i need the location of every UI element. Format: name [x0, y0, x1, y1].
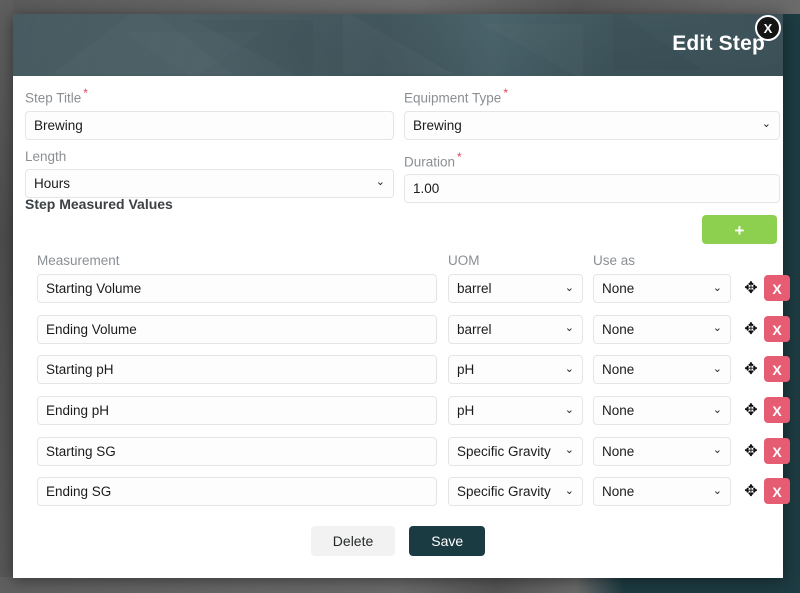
length-label: Length	[25, 149, 404, 165]
header-polygon-decor	[123, 32, 263, 76]
length-select[interactable]: Hours	[25, 168, 394, 198]
required-marker: *	[83, 86, 88, 100]
required-marker: *	[503, 86, 508, 100]
move-handle-icon[interactable]: ✥	[741, 358, 761, 380]
header-measurement: Measurement	[37, 253, 120, 268]
duration-input[interactable]	[404, 174, 780, 203]
measured-values-column-headers: Measurement UOM Use as	[25, 253, 789, 271]
field-duration: Duration *	[404, 149, 789, 203]
edit-step-modal: Edit Step Step Title* Equipment	[13, 14, 790, 578]
delete-row-button[interactable]: X	[764, 356, 790, 383]
measurement-input[interactable]	[37, 436, 437, 466]
uom-select[interactable]: Specific Gravity	[448, 436, 583, 466]
delete-row-button[interactable]: X	[764, 437, 790, 464]
header-polygon-decor	[343, 14, 453, 74]
field-equipment-type: Equipment Type * Brewing ⌄	[404, 85, 789, 140]
step-title-input[interactable]	[25, 110, 394, 140]
save-button[interactable]: Save	[409, 526, 486, 556]
move-handle-icon[interactable]: ✥	[741, 277, 761, 299]
background-left-rail	[0, 0, 13, 593]
measured-value-row: Specific Gravity⌄None⌄✥X	[25, 436, 790, 478]
row-title-equipment: Step Title* Equipment Type* Brewing	[25, 85, 789, 140]
uom-select[interactable]: barrel	[448, 314, 583, 344]
page-background: Edit Step Step Title* Equipment	[0, 0, 800, 593]
measured-value-row: barrel⌄None⌄✥X	[25, 274, 790, 315]
step-title-label-text: Step Title	[25, 90, 82, 106]
measurement-input[interactable]	[37, 355, 437, 385]
duration-label-text: Duration	[404, 154, 456, 169]
equipment-type-label-text: Equipment Type	[404, 90, 502, 106]
measurement-input[interactable]	[37, 314, 437, 344]
uom-select[interactable]: barrel	[448, 274, 583, 303]
header-polygon-decor	[483, 24, 583, 76]
delete-button[interactable]: Delete	[310, 526, 396, 556]
close-icon[interactable]: X	[755, 15, 781, 41]
measurement-input[interactable]	[37, 477, 437, 507]
use-as-select[interactable]: None	[593, 355, 731, 385]
use-as-select[interactable]: None	[593, 274, 731, 303]
use-as-select[interactable]: None	[593, 314, 731, 344]
measured-value-row: pH⌄None⌄✥X	[25, 396, 790, 437]
modal-title: Edit Step	[672, 32, 765, 55]
uom-select[interactable]: Specific Gravity	[448, 477, 583, 507]
measured-value-row: barrel⌄None⌄✥X	[25, 314, 790, 356]
use-as-select[interactable]: None	[593, 477, 731, 507]
measured-value-row: pH⌄None⌄✥X	[25, 355, 790, 396]
primary-fields-grid: Step Title* Equipment Type* Brewing	[25, 85, 789, 203]
measured-values-rows: barrel⌄None⌄✥Xbarrel⌄None⌄✥XpH⌄None⌄✥XpH…	[25, 274, 790, 518]
modal-footer: Delete Save	[13, 518, 783, 578]
step-title-label: Step Title *	[25, 85, 404, 107]
uom-select[interactable]: pH	[448, 355, 583, 385]
modal-body: Step Title* Equipment Type* Brewing	[13, 76, 790, 578]
delete-row-button[interactable]: X	[764, 397, 790, 424]
required-marker: *	[457, 149, 462, 164]
delete-row-button[interactable]: X	[764, 275, 790, 301]
header-use-as: Use as	[593, 253, 636, 268]
equipment-type-label: Equipment Type *	[404, 85, 789, 107]
move-handle-icon[interactable]: ✥	[741, 318, 761, 340]
measurement-input[interactable]	[37, 396, 437, 426]
row-length-duration: Length Hours ⌄ Duration *	[25, 149, 789, 204]
equipment-type-select[interactable]: Brewing	[404, 110, 780, 140]
move-handle-icon[interactable]: ✥	[741, 399, 761, 421]
duration-label: Duration *	[404, 149, 789, 171]
add-measured-value-button[interactable]: +	[702, 215, 777, 244]
use-as-select[interactable]: None	[593, 396, 731, 426]
field-step-title: Step Title *	[25, 85, 404, 140]
field-length: Length Hours ⌄	[25, 149, 404, 204]
move-handle-icon[interactable]: ✥	[741, 440, 761, 462]
measured-value-row: Specific Gravity⌄None⌄✥X	[25, 477, 790, 518]
move-handle-icon[interactable]: ✥	[741, 480, 761, 502]
background-top-strip	[0, 0, 800, 14]
measurement-input[interactable]	[37, 274, 437, 303]
background-bottom-strip	[0, 577, 800, 593]
measured-values-section-title: Step Measured Values	[25, 196, 173, 212]
length-label-text: Length	[25, 148, 67, 164]
uom-select[interactable]: pH	[448, 396, 583, 426]
header-uom: UOM	[448, 253, 480, 268]
use-as-select[interactable]: None	[593, 436, 731, 466]
delete-row-button[interactable]: X	[764, 478, 790, 505]
modal-header: Edit Step	[13, 14, 783, 76]
delete-row-button[interactable]: X	[764, 315, 790, 342]
